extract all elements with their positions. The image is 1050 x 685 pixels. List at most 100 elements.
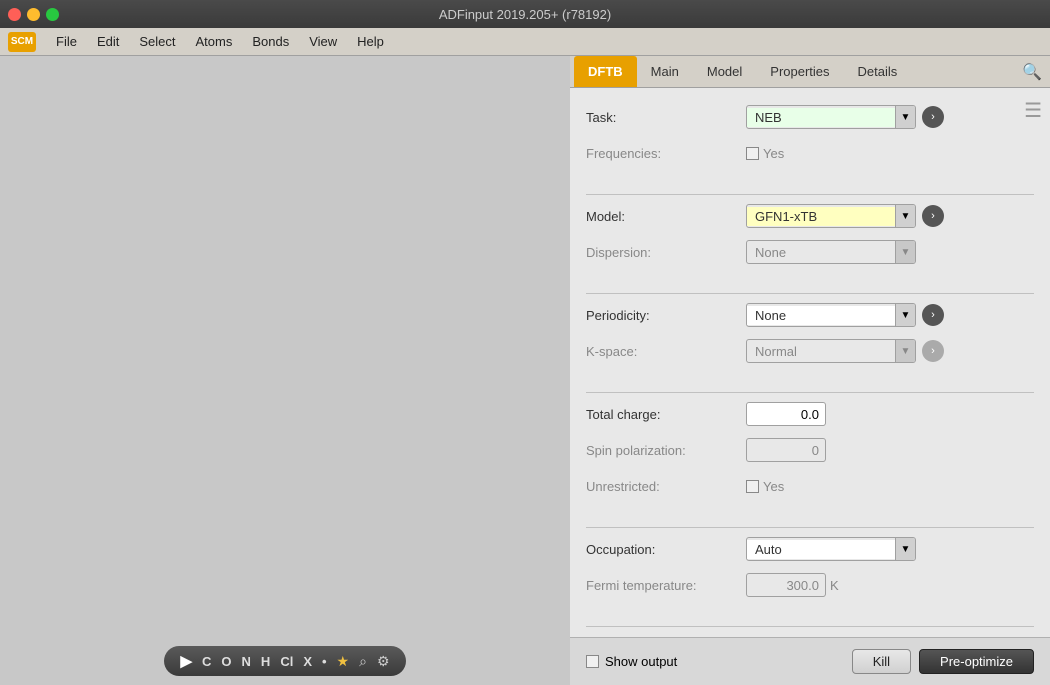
preoptimize-button[interactable]: Pre-optimize bbox=[919, 649, 1034, 674]
element-dot[interactable]: • bbox=[322, 654, 327, 669]
model-dropdown-btn[interactable]: ▼ bbox=[895, 205, 915, 227]
occupation-value: Auto bbox=[747, 540, 895, 559]
maximize-button[interactable] bbox=[46, 8, 59, 21]
right-panel: DFTB Main Model Properties Details 🔍 ☰ bbox=[570, 56, 1050, 685]
tab-dftb[interactable]: DFTB bbox=[574, 56, 637, 87]
menu-edit[interactable]: Edit bbox=[89, 32, 127, 51]
unrestricted-label: Unrestricted: bbox=[586, 479, 746, 494]
titlebar: ADFinput 2019.205+ (r78192) bbox=[0, 0, 1050, 28]
occupation-label: Occupation: bbox=[586, 542, 746, 557]
kspace-label: K-space: bbox=[586, 344, 746, 359]
periodicity-value: None bbox=[747, 306, 895, 325]
kspace-row: K-space: Normal ▼ › bbox=[586, 338, 1034, 364]
minimize-button[interactable] bbox=[27, 8, 40, 21]
divider-4 bbox=[586, 527, 1034, 528]
gear-icon[interactable]: ⚙ bbox=[377, 653, 390, 670]
kspace-value: Normal bbox=[747, 342, 895, 361]
model-dropdown[interactable]: GFN1-xTB ▼ bbox=[746, 204, 916, 228]
occupation-control: Auto ▼ bbox=[746, 537, 1034, 561]
dispersion-value: None bbox=[747, 243, 895, 262]
tab-properties[interactable]: Properties bbox=[756, 56, 843, 87]
dispersion-row: Dispersion: None ▼ bbox=[586, 239, 1034, 265]
form-section-periodicity: Periodicity: None ▼ › K-space: Norma bbox=[570, 302, 1050, 364]
spin-polarization-label: Spin polarization: bbox=[586, 443, 746, 458]
task-arrow-btn[interactable]: › bbox=[922, 106, 944, 128]
task-value: NEB bbox=[747, 108, 895, 127]
divider-2 bbox=[586, 293, 1034, 294]
kill-button[interactable]: Kill bbox=[852, 649, 911, 674]
dispersion-control: None ▼ bbox=[746, 240, 1034, 264]
divider-3 bbox=[586, 392, 1034, 393]
fermi-input[interactable] bbox=[746, 573, 826, 597]
show-output-label: Show output bbox=[605, 654, 677, 669]
dispersion-label: Dispersion: bbox=[586, 245, 746, 260]
show-output-row: Show output bbox=[586, 654, 844, 669]
occupation-row: Occupation: Auto ▼ bbox=[586, 536, 1034, 562]
cursor-icon[interactable]: ▶ bbox=[180, 652, 192, 670]
show-output-checkbox[interactable] bbox=[586, 655, 599, 668]
tab-bar: DFTB Main Model Properties Details 🔍 bbox=[570, 56, 1050, 88]
search-icon[interactable]: ⌕ bbox=[359, 653, 367, 670]
tab-details[interactable]: Details bbox=[844, 56, 912, 87]
frequencies-checkbox[interactable] bbox=[746, 147, 759, 160]
spin-polarization-input[interactable] bbox=[746, 438, 826, 462]
close-button[interactable] bbox=[8, 8, 21, 21]
total-charge-input[interactable] bbox=[746, 402, 826, 426]
spin-polarization-row: Spin polarization: bbox=[586, 437, 1034, 463]
model-arrow-btn[interactable]: › bbox=[922, 205, 944, 227]
occupation-dropdown-btn[interactable]: ▼ bbox=[895, 538, 915, 560]
model-row: Model: GFN1-xTB ▼ › bbox=[586, 203, 1034, 229]
menu-help[interactable]: Help bbox=[349, 32, 392, 51]
kspace-dropdown-btn[interactable]: ▼ bbox=[895, 340, 915, 362]
frequencies-row: Frequencies: Yes bbox=[586, 140, 1034, 166]
task-dropdown[interactable]: NEB ▼ bbox=[746, 105, 916, 129]
model-value: GFN1-xTB bbox=[747, 207, 895, 226]
unrestricted-checkbox-row: Yes bbox=[746, 479, 784, 494]
model-label: Model: bbox=[586, 209, 746, 224]
menu-view[interactable]: View bbox=[301, 32, 345, 51]
unrestricted-row: Unrestricted: Yes bbox=[586, 473, 1034, 499]
star-icon[interactable]: ★ bbox=[337, 653, 350, 670]
fermi-row: Fermi temperature: K bbox=[586, 572, 1034, 598]
element-c[interactable]: C bbox=[202, 654, 211, 669]
unrestricted-control: Yes bbox=[746, 479, 1034, 494]
tab-main[interactable]: Main bbox=[637, 56, 693, 87]
form-section-task: Task: NEB ▼ › Frequencies: bbox=[570, 104, 1050, 166]
menu-select[interactable]: Select bbox=[131, 32, 183, 51]
menu-file[interactable]: File bbox=[48, 32, 85, 51]
kspace-control: Normal ▼ › bbox=[746, 339, 1034, 363]
form-section-occupation: Occupation: Auto ▼ Fermi temperature: K bbox=[570, 536, 1050, 598]
element-x[interactable]: X bbox=[303, 654, 312, 669]
form-section-param: Parameter directory: ... ? bbox=[570, 635, 1050, 637]
menu-bonds[interactable]: Bonds bbox=[244, 32, 297, 51]
toolbar-pill: ▶ C O N H Cl X • ★ ⌕ ⚙ bbox=[164, 646, 405, 676]
unrestricted-yes-label: Yes bbox=[763, 479, 784, 494]
scm-logo: SCM bbox=[8, 32, 36, 52]
task-row: Task: NEB ▼ › bbox=[586, 104, 1034, 130]
periodicity-dropdown-btn[interactable]: ▼ bbox=[895, 304, 915, 326]
scm-logo-icon: SCM bbox=[8, 32, 36, 52]
periodicity-arrow-btn[interactable]: › bbox=[922, 304, 944, 326]
periodicity-dropdown[interactable]: None ▼ bbox=[746, 303, 916, 327]
dispersion-dropdown-btn[interactable]: ▼ bbox=[895, 241, 915, 263]
bottom-buttons: Show output Kill Pre-optimize bbox=[570, 637, 1050, 685]
unrestricted-checkbox[interactable] bbox=[746, 480, 759, 493]
form-section-charge: Total charge: Spin polarization: Unrestr… bbox=[570, 401, 1050, 499]
element-cl[interactable]: Cl bbox=[280, 654, 293, 669]
kspace-dropdown[interactable]: Normal ▼ bbox=[746, 339, 916, 363]
element-n[interactable]: N bbox=[242, 654, 251, 669]
frequencies-yes-label: Yes bbox=[763, 146, 784, 161]
occupation-dropdown[interactable]: Auto ▼ bbox=[746, 537, 916, 561]
model-control: GFN1-xTB ▼ › bbox=[746, 204, 1034, 228]
task-dropdown-btn[interactable]: ▼ bbox=[895, 106, 915, 128]
menu-atoms[interactable]: Atoms bbox=[188, 32, 241, 51]
element-o[interactable]: O bbox=[221, 654, 231, 669]
tab-model[interactable]: Model bbox=[693, 56, 756, 87]
divider-1 bbox=[586, 194, 1034, 195]
element-h[interactable]: H bbox=[261, 654, 270, 669]
kspace-arrow-btn[interactable]: › bbox=[922, 340, 944, 362]
periodicity-row: Periodicity: None ▼ › bbox=[586, 302, 1034, 328]
tab-search-icon[interactable]: 🔍 bbox=[1022, 62, 1042, 82]
task-label: Task: bbox=[586, 110, 746, 125]
dispersion-dropdown[interactable]: None ▼ bbox=[746, 240, 916, 264]
